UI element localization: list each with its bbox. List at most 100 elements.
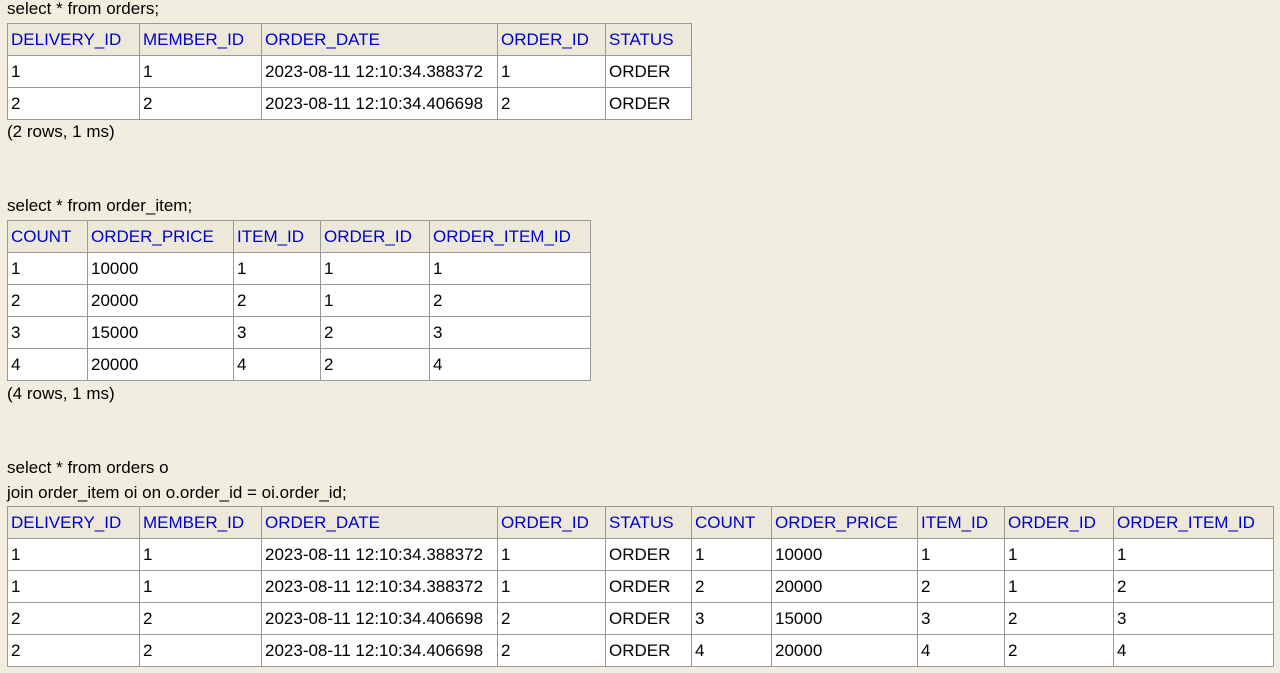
query-1-summary: (2 rows, 1 ms) bbox=[7, 122, 115, 141]
table-cell: ORDER bbox=[605, 538, 692, 571]
column-header[interactable]: STATUS bbox=[605, 23, 692, 56]
table-cell: 2 bbox=[7, 284, 88, 317]
table-cell: 4 bbox=[233, 348, 321, 381]
table-cell: 4 bbox=[917, 634, 1005, 667]
table-cell: 3 bbox=[1113, 602, 1274, 635]
table-cell: ORDER bbox=[605, 602, 692, 635]
table-cell: 1 bbox=[139, 55, 262, 88]
table-cell: 1 bbox=[320, 252, 430, 285]
column-header[interactable]: ORDER_DATE bbox=[261, 23, 498, 56]
table-cell: 2 bbox=[139, 602, 262, 635]
column-header[interactable]: COUNT bbox=[691, 506, 772, 539]
table-cell: 4 bbox=[691, 634, 772, 667]
column-header[interactable]: STATUS bbox=[605, 506, 692, 539]
table-cell: 3 bbox=[917, 602, 1005, 635]
column-header[interactable]: ORDER_ID bbox=[1004, 506, 1114, 539]
table-cell: 3 bbox=[233, 316, 321, 349]
table-cell: 2 bbox=[139, 87, 262, 120]
table-cell: 1 bbox=[497, 538, 606, 571]
table-row: 3 15000 3 2 3 bbox=[7, 316, 591, 349]
table-cell: 2 bbox=[320, 316, 430, 349]
table-row: 2 2 2023-08-11 12:10:34.406698 2 ORDER 4… bbox=[7, 634, 1274, 667]
table-cell: 2 bbox=[7, 602, 140, 635]
column-header[interactable]: ORDER_PRICE bbox=[771, 506, 918, 539]
table-cell: 15000 bbox=[771, 602, 918, 635]
column-header[interactable]: ORDER_ITEM_ID bbox=[1113, 506, 1274, 539]
table-cell: 2023-08-11 12:10:34.406698 bbox=[261, 87, 498, 120]
table-cell: 2 bbox=[7, 87, 140, 120]
table-cell: 1 bbox=[691, 538, 772, 571]
table-cell: 2 bbox=[497, 634, 606, 667]
table-cell: 1 bbox=[1113, 538, 1274, 571]
column-header[interactable]: DELIVERY_ID bbox=[7, 23, 140, 56]
table-cell: 15000 bbox=[87, 316, 234, 349]
table-cell: 3 bbox=[429, 316, 591, 349]
column-header[interactable]: ORDER_DATE bbox=[261, 506, 498, 539]
table-cell: ORDER bbox=[605, 634, 692, 667]
table-cell: 4 bbox=[7, 348, 88, 381]
table-cell: 2 bbox=[7, 634, 140, 667]
table-header-row: COUNT ORDER_PRICE ITEM_ID ORDER_ID ORDER… bbox=[7, 220, 591, 253]
table-cell: 2 bbox=[320, 348, 430, 381]
table-row: 1 1 2023-08-11 12:10:34.388372 1 ORDER 1… bbox=[7, 538, 1274, 571]
table-cell: 2 bbox=[497, 602, 606, 635]
table-row: 2 2 2023-08-11 12:10:34.406698 2 ORDER 3… bbox=[7, 602, 1274, 635]
column-header[interactable]: ITEM_ID bbox=[233, 220, 321, 253]
table-cell: 1 bbox=[497, 570, 606, 603]
table-cell: 2 bbox=[139, 634, 262, 667]
orders-result-table: DELIVERY_ID MEMBER_ID ORDER_DATE ORDER_I… bbox=[7, 23, 692, 120]
table-cell: ORDER bbox=[605, 87, 692, 120]
column-header[interactable]: ORDER_PRICE bbox=[87, 220, 234, 253]
table-cell: 1 bbox=[233, 252, 321, 285]
join-result-table: DELIVERY_ID MEMBER_ID ORDER_DATE ORDER_I… bbox=[7, 506, 1274, 667]
table-cell: 1 bbox=[139, 570, 262, 603]
query-3-sql-line-2: join order_item oi on o.order_id = oi.or… bbox=[7, 483, 347, 502]
table-cell: 2023-08-11 12:10:34.388372 bbox=[261, 570, 498, 603]
table-cell: 3 bbox=[691, 602, 772, 635]
table-cell: 2023-08-11 12:10:34.388372 bbox=[261, 538, 498, 571]
table-cell: 2 bbox=[917, 570, 1005, 603]
query-2-sql: select * from order_item; bbox=[7, 196, 193, 215]
table-cell: 2 bbox=[1004, 602, 1114, 635]
table-cell: 2 bbox=[233, 284, 321, 317]
query-3-sql-line-1: select * from orders o bbox=[7, 458, 169, 477]
order-item-result-table: COUNT ORDER_PRICE ITEM_ID ORDER_ID ORDER… bbox=[7, 220, 591, 381]
table-cell: 1 bbox=[7, 55, 140, 88]
table-cell: 20000 bbox=[87, 284, 234, 317]
column-header[interactable]: ORDER_ID bbox=[497, 23, 606, 56]
table-cell: 1 bbox=[1004, 538, 1114, 571]
table-cell: 10000 bbox=[87, 252, 234, 285]
table-cell: 4 bbox=[1113, 634, 1274, 667]
table-cell: 3 bbox=[7, 316, 88, 349]
table-cell: 2 bbox=[691, 570, 772, 603]
table-cell: 2 bbox=[1113, 570, 1274, 603]
column-header[interactable]: MEMBER_ID bbox=[139, 506, 262, 539]
table-cell: 1 bbox=[429, 252, 591, 285]
table-cell: 20000 bbox=[87, 348, 234, 381]
table-cell: 20000 bbox=[771, 570, 918, 603]
table-row: 4 20000 4 2 4 bbox=[7, 348, 591, 381]
table-row: 2 20000 2 1 2 bbox=[7, 284, 591, 317]
table-cell: 2 bbox=[429, 284, 591, 317]
table-row: 1 1 2023-08-11 12:10:34.388372 1 ORDER 2… bbox=[7, 570, 1274, 603]
table-cell: 1 bbox=[7, 570, 140, 603]
table-cell: 2 bbox=[1004, 634, 1114, 667]
table-cell: 2023-08-11 12:10:34.406698 bbox=[261, 602, 498, 635]
column-header[interactable]: MEMBER_ID bbox=[139, 23, 262, 56]
table-row: 1 10000 1 1 1 bbox=[7, 252, 591, 285]
table-cell: 2023-08-11 12:10:34.406698 bbox=[261, 634, 498, 667]
query-2-summary: (4 rows, 1 ms) bbox=[7, 384, 115, 403]
query-results-page: select * from orders; DELIVERY_ID MEMBER… bbox=[0, 0, 1280, 673]
table-header-row: DELIVERY_ID MEMBER_ID ORDER_DATE ORDER_I… bbox=[7, 23, 692, 56]
table-cell: 4 bbox=[429, 348, 591, 381]
column-header[interactable]: ITEM_ID bbox=[917, 506, 1005, 539]
column-header[interactable]: ORDER_ITEM_ID bbox=[429, 220, 591, 253]
table-cell: 2 bbox=[497, 87, 606, 120]
column-header[interactable]: ORDER_ID bbox=[320, 220, 430, 253]
table-row: 1 1 2023-08-11 12:10:34.388372 1 ORDER bbox=[7, 55, 692, 88]
column-header[interactable]: ORDER_ID bbox=[497, 506, 606, 539]
column-header[interactable]: COUNT bbox=[7, 220, 88, 253]
query-1-sql: select * from orders; bbox=[7, 0, 160, 18]
table-cell: 20000 bbox=[771, 634, 918, 667]
column-header[interactable]: DELIVERY_ID bbox=[7, 506, 140, 539]
